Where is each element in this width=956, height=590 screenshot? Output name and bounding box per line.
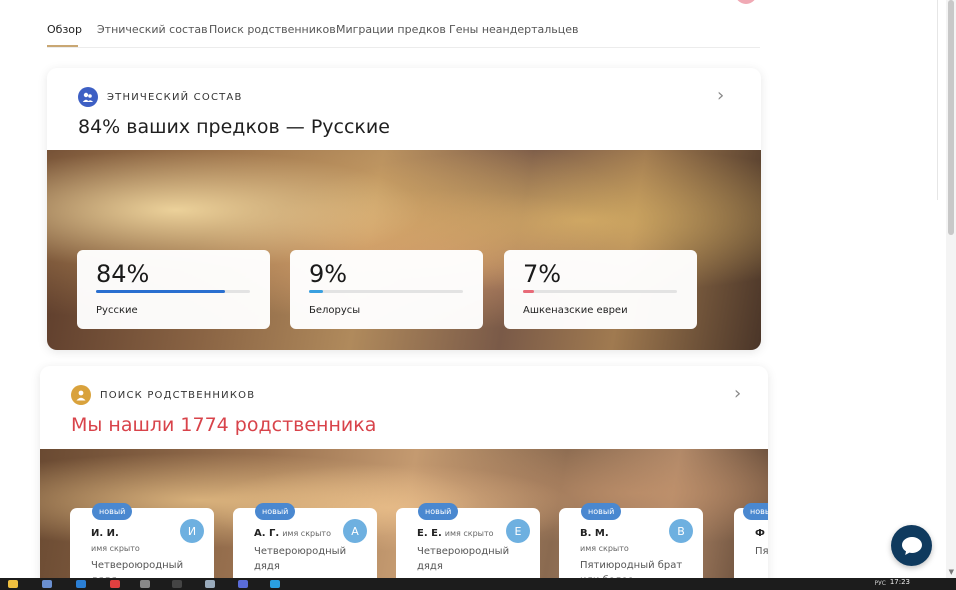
relatives-section-header: ПОИСК РОДСТВЕННИКОВ <box>71 385 255 405</box>
relative-avatar: Е <box>506 519 530 543</box>
app-icon[interactable] <box>238 580 248 588</box>
scroll-down-arrow-icon[interactable]: ▼ <box>949 568 954 576</box>
app-icon[interactable] <box>42 580 52 588</box>
relatives-search-card[interactable]: ПОИСК РОДСТВЕННИКОВ › Мы нашли 1774 родс… <box>40 366 768 590</box>
chat-button[interactable] <box>891 525 932 566</box>
app-icon[interactable] <box>140 580 150 588</box>
chat-bubble-icon <box>901 536 922 555</box>
new-badge: новый <box>581 503 622 520</box>
new-badge: новый <box>418 503 459 520</box>
page-scrollbar[interactable]: ▼ <box>946 0 956 578</box>
user-avatar[interactable] <box>735 0 757 4</box>
chevron-right-icon[interactable]: › <box>734 383 741 404</box>
new-badge: новый <box>743 503 768 520</box>
stat-label: Ашкеназские евреи <box>523 305 628 316</box>
stat-label: Белорусы <box>309 305 361 316</box>
person-icon <box>71 385 91 405</box>
browser-icon[interactable] <box>110 580 120 588</box>
new-badge: новый <box>255 503 296 520</box>
tab-relatives-search[interactable]: Поиск родственников <box>209 23 336 36</box>
relative-kinship: Четвероюродный дядя <box>417 546 510 572</box>
tab-overview[interactable]: Обзор <box>47 23 82 36</box>
relative-name-hidden: имя скрыто <box>282 529 331 538</box>
clock: 17:23 <box>889 578 910 586</box>
stat-percent: 7% <box>523 260 562 288</box>
relative-kinship: Четвероюродный дядя <box>254 546 347 572</box>
relatives-headline: Мы нашли 1774 родственника <box>71 414 377 436</box>
stat-percent: 84% <box>96 260 150 288</box>
ethnic-section-header: ЭТНИЧЕСКИЙ СОСТАВ <box>78 87 243 107</box>
relative-avatar: В <box>669 519 693 543</box>
relative-name: В. М. <box>580 528 609 539</box>
people-icon <box>78 87 98 107</box>
relative-name: А. Г. имя скрыто <box>254 528 331 539</box>
stat-percent: 9% <box>309 260 348 288</box>
app-icon[interactable] <box>76 580 86 588</box>
relative-name-hidden: имя скрыто <box>444 529 494 538</box>
stat-progress-fill <box>523 290 534 293</box>
top-navigation: Обзор Этнический состав Поиск родственни… <box>47 14 760 48</box>
stat-card-ashkenazi: 7% Ашкеназские евреи <box>504 250 697 329</box>
relative-avatar: И <box>180 519 204 543</box>
relative-avatar: А <box>343 519 367 543</box>
relative-name: И. И. <box>91 528 119 539</box>
os-taskbar: РУС 17:23 <box>0 578 956 590</box>
relative-kinship: Пятиюродный брат <box>755 546 768 557</box>
relative-name-text: А. Г. <box>254 528 280 539</box>
new-badge: новый <box>92 503 133 520</box>
ethnic-headline: 84% ваших предков — Русские <box>78 116 390 138</box>
tab-neanderthal-genes[interactable]: Гены неандертальцев <box>449 23 579 36</box>
tab-ethnic-composition[interactable]: Этнический состав <box>97 23 208 36</box>
relatives-section-label: ПОИСК РОДСТВЕННИКОВ <box>100 389 256 401</box>
tab-ancestor-migrations[interactable]: Миграции предков <box>336 23 446 36</box>
stat-card-belarusian: 9% Белорусы <box>290 250 483 329</box>
file-explorer-icon[interactable] <box>8 580 18 588</box>
stat-progress-track <box>309 290 463 293</box>
relative-name: Е. Е. имя скрыто <box>417 528 494 539</box>
chevron-right-icon[interactable]: › <box>717 85 724 106</box>
stat-progress-track <box>523 290 677 293</box>
active-tab-indicator <box>47 45 78 47</box>
telegram-icon[interactable] <box>270 580 280 588</box>
scroll-thumb[interactable] <box>948 0 954 235</box>
relative-name-text: Е. Е. <box>417 528 442 539</box>
app-icon[interactable] <box>205 580 215 588</box>
relative-name: Ф Г <box>755 528 768 539</box>
app-icon[interactable] <box>172 580 182 588</box>
ethnic-composition-card[interactable]: ЭТНИЧЕСКИЙ СОСТАВ › 84% ваших предков — … <box>47 68 761 350</box>
stat-card-russian: 84% Русские <box>77 250 270 329</box>
stat-label: Русские <box>96 305 138 316</box>
language-indicator[interactable]: РУС <box>875 580 886 587</box>
stat-progress-fill <box>309 290 323 293</box>
page-divider <box>937 0 938 200</box>
stat-progress-track <box>96 290 250 293</box>
relative-name-hidden: имя скрыто <box>91 544 140 553</box>
ethnic-section-label: ЭТНИЧЕСКИЙ СОСТАВ <box>107 91 243 103</box>
relative-name-hidden: имя скрыто <box>580 544 629 553</box>
stat-progress-fill <box>96 290 226 293</box>
